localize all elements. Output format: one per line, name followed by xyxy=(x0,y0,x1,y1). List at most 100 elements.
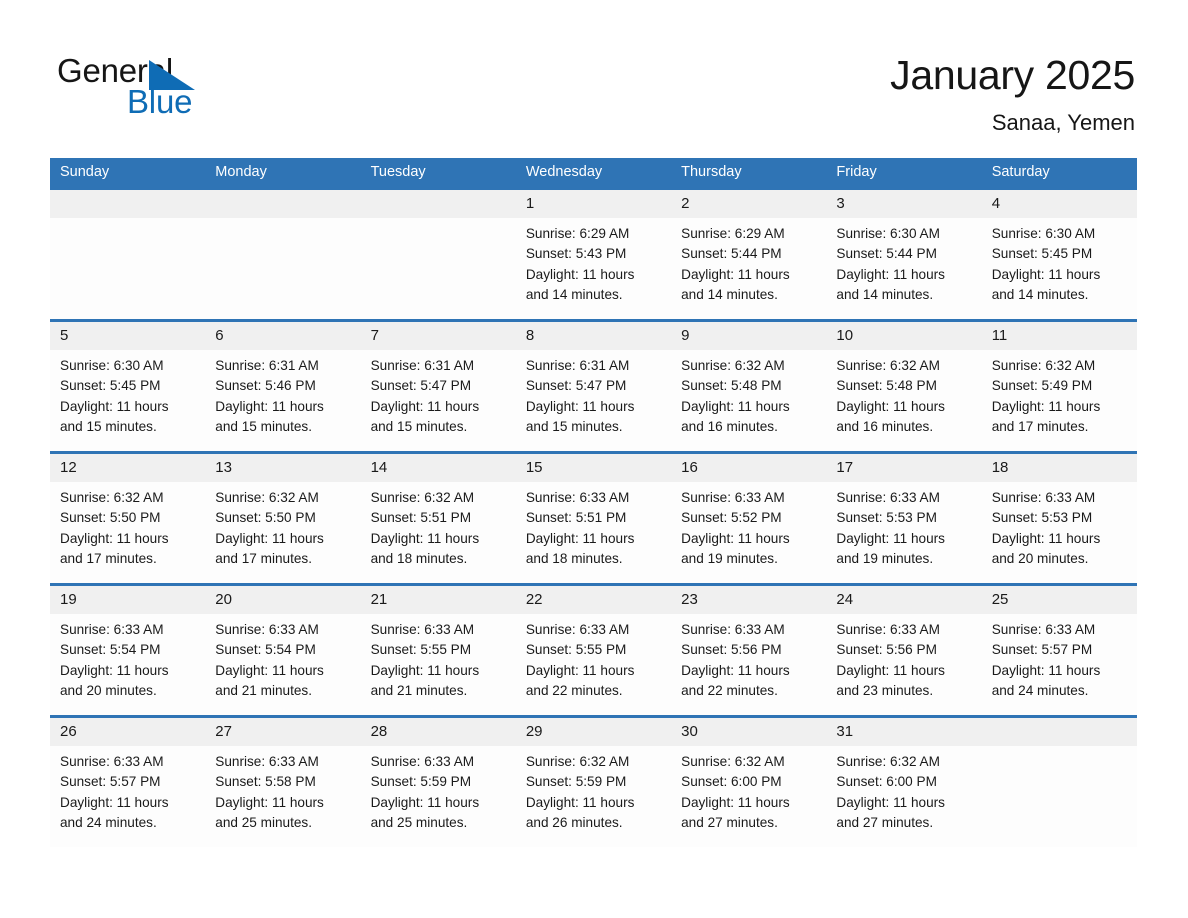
sunrise-text: Sunrise: 6:32 AM xyxy=(60,490,164,505)
day-cell[interactable]: 16 Sunrise: 6:33 AM Sunset: 5:52 PM Dayl… xyxy=(671,454,827,583)
day-number: 17 xyxy=(836,459,854,476)
day-cell[interactable]: 9 Sunrise: 6:32 AM Sunset: 5:48 PM Dayli… xyxy=(671,322,827,451)
daylight-text-line2: and 24 minutes. xyxy=(991,682,1089,698)
sunrise-text: Sunrise: 6:33 AM xyxy=(60,622,164,637)
day-details: Sunrise: 6:33 AM Sunset: 5:53 PM Dayligh… xyxy=(826,482,982,583)
day-cell[interactable]: 11 Sunrise: 6:32 AM Sunset: 5:49 PM Dayl… xyxy=(981,322,1137,451)
day-details: Sunrise: 6:33 AM Sunset: 5:54 PM Dayligh… xyxy=(50,614,206,715)
day-number: 13 xyxy=(215,459,232,476)
day-cell[interactable]: 26 Sunrise: 6:33 AM Sunset: 5:57 PM Dayl… xyxy=(50,718,206,847)
daylight-text-line1: Daylight: 11 hours xyxy=(681,662,790,678)
day-number: 2 xyxy=(681,195,690,212)
day-cell[interactable]: 27 Sunrise: 6:33 AM Sunset: 5:58 PM Dayl… xyxy=(205,718,361,847)
day-cell[interactable]: 2 Sunrise: 6:29 AM Sunset: 5:44 PM Dayli… xyxy=(671,190,827,319)
day-cell[interactable]: 3 Sunrise: 6:30 AM Sunset: 5:44 PM Dayli… xyxy=(826,190,982,319)
sunset-text: Sunset: 5:55 PM xyxy=(370,642,472,658)
day-cell[interactable]: 12 Sunrise: 6:32 AM Sunset: 5:50 PM Dayl… xyxy=(50,454,206,583)
day-cell[interactable]: 15 Sunrise: 6:33 AM Sunset: 5:51 PM Dayl… xyxy=(515,454,672,583)
daylight-text-line1: Daylight: 11 hours xyxy=(215,530,324,546)
daylight-text-line1: Daylight: 11 hours xyxy=(215,398,324,414)
day-number: 19 xyxy=(60,591,77,608)
day-details xyxy=(50,218,206,319)
day-cell[interactable]: 21 Sunrise: 6:33 AM Sunset: 5:55 PM Dayl… xyxy=(360,586,516,715)
day-cell[interactable]: 19 Sunrise: 6:33 AM Sunset: 5:54 PM Dayl… xyxy=(50,586,206,715)
weekday-header-thursday: Thursday xyxy=(681,164,742,180)
day-cell[interactable]: 25 Sunrise: 6:33 AM Sunset: 5:57 PM Dayl… xyxy=(981,586,1137,715)
sunset-text: Sunset: 5:52 PM xyxy=(681,510,782,526)
daylight-text-line2: and 23 minutes. xyxy=(836,682,934,698)
day-cell[interactable]: 28 Sunrise: 6:33 AM Sunset: 5:59 PM Dayl… xyxy=(360,718,516,847)
day-cell[interactable]: 17 Sunrise: 6:33 AM Sunset: 5:53 PM Dayl… xyxy=(826,454,982,583)
day-cell[interactable]: 4 Sunrise: 6:30 AM Sunset: 5:45 PM Dayli… xyxy=(981,190,1137,319)
daylight-text-line1: Daylight: 11 hours xyxy=(370,398,480,414)
sunset-text: Sunset: 5:43 PM xyxy=(525,246,627,262)
day-cell[interactable]: 23 Sunrise: 6:33 AM Sunset: 5:56 PM Dayl… xyxy=(671,586,827,715)
day-number: 4 xyxy=(991,195,1001,212)
daylight-text-line2: and 19 minutes. xyxy=(836,550,934,566)
day-number-strip: 28 xyxy=(360,718,516,746)
sunrise-text: Sunrise: 6:33 AM xyxy=(525,490,630,505)
sunset-text: Sunset: 5:48 PM xyxy=(681,378,782,394)
day-cell[interactable]: 13 Sunrise: 6:32 AM Sunset: 5:50 PM Dayl… xyxy=(205,454,361,583)
day-number-strip: 13 xyxy=(205,454,361,482)
daylight-text-line1: Daylight: 11 hours xyxy=(60,398,169,414)
day-cell[interactable]: 7 Sunrise: 6:31 AM Sunset: 5:47 PM Dayli… xyxy=(360,322,516,451)
day-number-strip xyxy=(360,190,516,218)
daylight-text-line2: and 14 minutes. xyxy=(991,286,1089,302)
daylight-text-line2: and 25 minutes. xyxy=(215,814,313,830)
daylight-text-line1: Daylight: 11 hours xyxy=(681,530,790,546)
sunrise-text: Sunrise: 6:33 AM xyxy=(370,754,475,769)
day-details: Sunrise: 6:32 AM Sunset: 5:59 PM Dayligh… xyxy=(515,746,672,847)
day-cell[interactable]: 14 Sunrise: 6:32 AM Sunset: 5:51 PM Dayl… xyxy=(360,454,516,583)
sunrise-text: Sunrise: 6:33 AM xyxy=(60,754,164,769)
day-number: 11 xyxy=(991,327,1008,344)
day-number: 14 xyxy=(370,459,388,476)
sunset-text: Sunset: 5:58 PM xyxy=(215,774,316,790)
sunrise-text: Sunrise: 6:33 AM xyxy=(836,490,940,505)
daylight-text-line2: and 14 minutes. xyxy=(525,286,623,302)
day-cell[interactable] xyxy=(360,190,516,319)
daylight-text-line2: and 24 minutes. xyxy=(60,814,157,830)
day-cell[interactable]: 29 Sunrise: 6:32 AM Sunset: 5:59 PM Dayl… xyxy=(515,718,672,847)
daylight-text-line2: and 14 minutes. xyxy=(681,286,778,302)
daylight-text-line1: Daylight: 11 hours xyxy=(991,530,1101,546)
day-number-strip: 24 xyxy=(826,586,982,614)
day-number-strip: 27 xyxy=(205,718,361,746)
day-cell[interactable]: 8 Sunrise: 6:31 AM Sunset: 5:47 PM Dayli… xyxy=(515,322,672,451)
day-number-strip: 12 xyxy=(50,454,206,482)
sunrise-text: Sunrise: 6:33 AM xyxy=(215,622,319,637)
sunset-text: Sunset: 5:54 PM xyxy=(60,642,161,658)
daylight-text-line1: Daylight: 11 hours xyxy=(836,398,945,414)
day-number-strip: 18 xyxy=(981,454,1137,482)
sunset-text: Sunset: 5:53 PM xyxy=(836,510,937,526)
sunrise-text: Sunrise: 6:30 AM xyxy=(991,226,1096,241)
general-blue-logo[interactable]: General Blue xyxy=(57,52,317,124)
sunrise-text: Sunrise: 6:33 AM xyxy=(681,622,785,637)
daylight-text-line2: and 14 minutes. xyxy=(836,286,934,302)
sunset-text: Sunset: 5:57 PM xyxy=(991,642,1093,658)
day-number-strip: 26 xyxy=(50,718,206,746)
day-cell[interactable]: 22 Sunrise: 6:33 AM Sunset: 5:55 PM Dayl… xyxy=(515,586,672,715)
day-cell[interactable]: 10 Sunrise: 6:32 AM Sunset: 5:48 PM Dayl… xyxy=(826,322,982,451)
sunset-text: Sunset: 5:44 PM xyxy=(836,246,937,262)
weekday-header-sunday: Sunday xyxy=(60,164,110,180)
daylight-text-line2: and 15 minutes. xyxy=(60,418,157,434)
day-cell[interactable] xyxy=(981,718,1137,847)
day-cell[interactable]: 6 Sunrise: 6:31 AM Sunset: 5:46 PM Dayli… xyxy=(205,322,361,451)
day-cell[interactable] xyxy=(50,190,206,319)
day-cell[interactable]: 18 Sunrise: 6:33 AM Sunset: 5:53 PM Dayl… xyxy=(981,454,1137,583)
logo-text-blue: Blue xyxy=(127,83,193,120)
day-number: 3 xyxy=(836,195,845,212)
day-details: Sunrise: 6:33 AM Sunset: 5:54 PM Dayligh… xyxy=(205,614,361,715)
day-cell[interactable]: 30 Sunrise: 6:32 AM Sunset: 6:00 PM Dayl… xyxy=(671,718,827,847)
day-cell[interactable]: 1 Sunrise: 6:29 AM Sunset: 5:43 PM Dayli… xyxy=(515,190,672,319)
day-details: Sunrise: 6:33 AM Sunset: 5:53 PM Dayligh… xyxy=(981,482,1137,583)
sunset-text: Sunset: 6:00 PM xyxy=(836,774,937,790)
day-cell[interactable]: 5 Sunrise: 6:30 AM Sunset: 5:45 PM Dayli… xyxy=(50,322,206,451)
day-cell[interactable] xyxy=(205,190,361,319)
day-cell[interactable]: 20 Sunrise: 6:33 AM Sunset: 5:54 PM Dayl… xyxy=(205,586,361,715)
day-cell[interactable]: 24 Sunrise: 6:33 AM Sunset: 5:56 PM Dayl… xyxy=(826,586,982,715)
day-cell[interactable]: 31 Sunrise: 6:32 AM Sunset: 6:00 PM Dayl… xyxy=(826,718,982,847)
day-number: 22 xyxy=(525,591,543,608)
day-number: 21 xyxy=(370,591,388,608)
